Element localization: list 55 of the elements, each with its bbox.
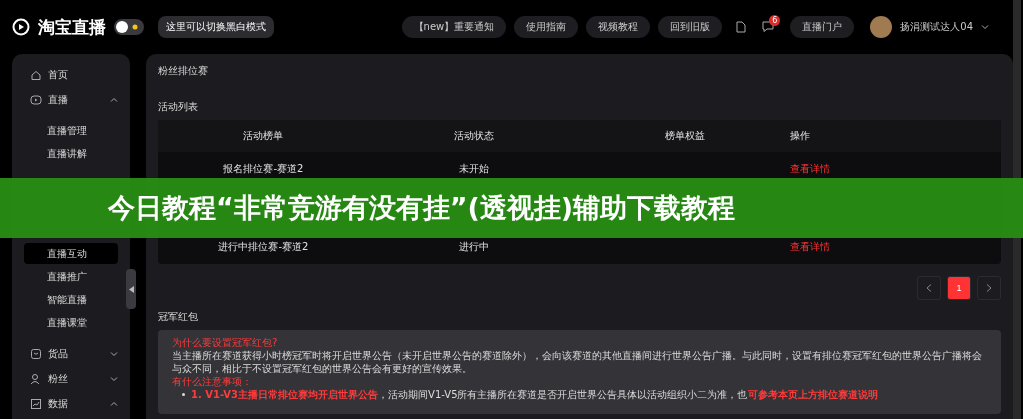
column-header: 操作 bbox=[790, 129, 811, 143]
play-icon bbox=[30, 93, 42, 106]
theme-toggle[interactable] bbox=[114, 19, 144, 35]
notice-item: 1. V1-V3主播日常排位赛均开启世界公告，活动期间V1-V5所有主播所在赛道是否开启世界公告具体以活动组织小二为准，也可参考本页上方排位赛道说明 bbox=[191, 388, 878, 401]
sidebar-group[interactable]: 粉丝 bbox=[12, 366, 130, 391]
bag-icon bbox=[30, 347, 42, 360]
logo-text: 淘宝直播 bbox=[38, 15, 106, 39]
sidebar-item[interactable]: 直播管理 bbox=[24, 120, 118, 141]
column-header: 活动榜单 bbox=[243, 129, 284, 143]
sun-icon bbox=[131, 23, 139, 31]
header-link-button[interactable]: 使用指南 bbox=[514, 16, 579, 38]
sidebar-item[interactable]: 直播课堂 bbox=[24, 312, 118, 333]
notice-paragraph: 当主播所在赛道获得小时榜冠军时将开启世界公告（未开启世界公告的赛道除外），会向该赛道的其他直播间进行世界公告广播。与此同时，设置有排位赛冠军红包的世界公告广播将会与众不同，相比于不设置冠军红包的世界公告会有更好的宣传效果。 bbox=[172, 349, 983, 375]
message-icon[interactable] bbox=[762, 21, 775, 33]
column-header: 榜单权益 bbox=[664, 129, 705, 143]
bullet-icon bbox=[182, 393, 185, 396]
chart-icon bbox=[30, 397, 42, 410]
chevron-right-icon bbox=[986, 284, 992, 292]
panel-title: 粉丝排位赛 bbox=[158, 64, 209, 78]
table-cell: 进行中 bbox=[459, 240, 490, 254]
portal-button[interactable]: 直播门户 bbox=[790, 16, 855, 38]
user-name[interactable]: 扬涓测试达人04 bbox=[900, 20, 973, 34]
tooltip: 这里可以切换黑白模式 bbox=[158, 16, 274, 38]
sidebar-item[interactable]: 直播推广 bbox=[24, 266, 118, 287]
sidebar-item[interactable]: 智能直播 bbox=[24, 289, 118, 310]
avatar[interactable] bbox=[870, 16, 893, 38]
details-link[interactable]: 查看详情 bbox=[790, 162, 831, 176]
header-link-button[interactable]: 回到旧版 bbox=[658, 16, 723, 38]
play-logo-icon bbox=[12, 18, 30, 36]
sidebar-item[interactable]: 直播讲解 bbox=[24, 143, 118, 164]
details-link[interactable]: 查看详情 bbox=[790, 240, 831, 254]
column-header: 活动状态 bbox=[454, 129, 495, 143]
table-title: 活动列表 bbox=[158, 100, 199, 114]
overlay-banner: 今日教程“非常竞游有没有挂”(透视挂)辅助下载教程 bbox=[0, 178, 1023, 238]
header-link-button[interactable]: 【new】重要通知 bbox=[401, 16, 507, 38]
table-cell: 报名排位赛-赛道2 bbox=[223, 162, 304, 176]
person-icon bbox=[30, 372, 42, 385]
home-icon bbox=[30, 68, 42, 81]
notice-heading: 为什么要设置冠军红包? bbox=[172, 336, 279, 349]
sidebar-group[interactable]: 货品 bbox=[12, 341, 130, 366]
sidebar-item[interactable]: 直播互动 bbox=[24, 243, 118, 264]
section-title: 冠军红包 bbox=[158, 310, 199, 324]
chevron-left-icon bbox=[926, 284, 932, 292]
notice-heading: 有什么注意事项： bbox=[172, 375, 253, 388]
sidebar-group[interactable]: 数据 bbox=[12, 391, 130, 416]
table-cell: 未开始 bbox=[459, 162, 490, 176]
sidebar-group[interactable]: 首页 bbox=[12, 62, 130, 87]
collapse-handle[interactable] bbox=[126, 269, 136, 309]
document-icon[interactable] bbox=[736, 21, 747, 33]
table-cell: 进行中排位赛-赛道2 bbox=[218, 240, 309, 254]
page-button[interactable]: 1 bbox=[947, 276, 971, 300]
notification-badge: 6 bbox=[769, 15, 781, 26]
sidebar-group[interactable]: 直播 bbox=[12, 87, 130, 112]
header-link-button[interactable]: 视频教程 bbox=[586, 16, 651, 38]
caret-down-icon bbox=[981, 23, 989, 31]
